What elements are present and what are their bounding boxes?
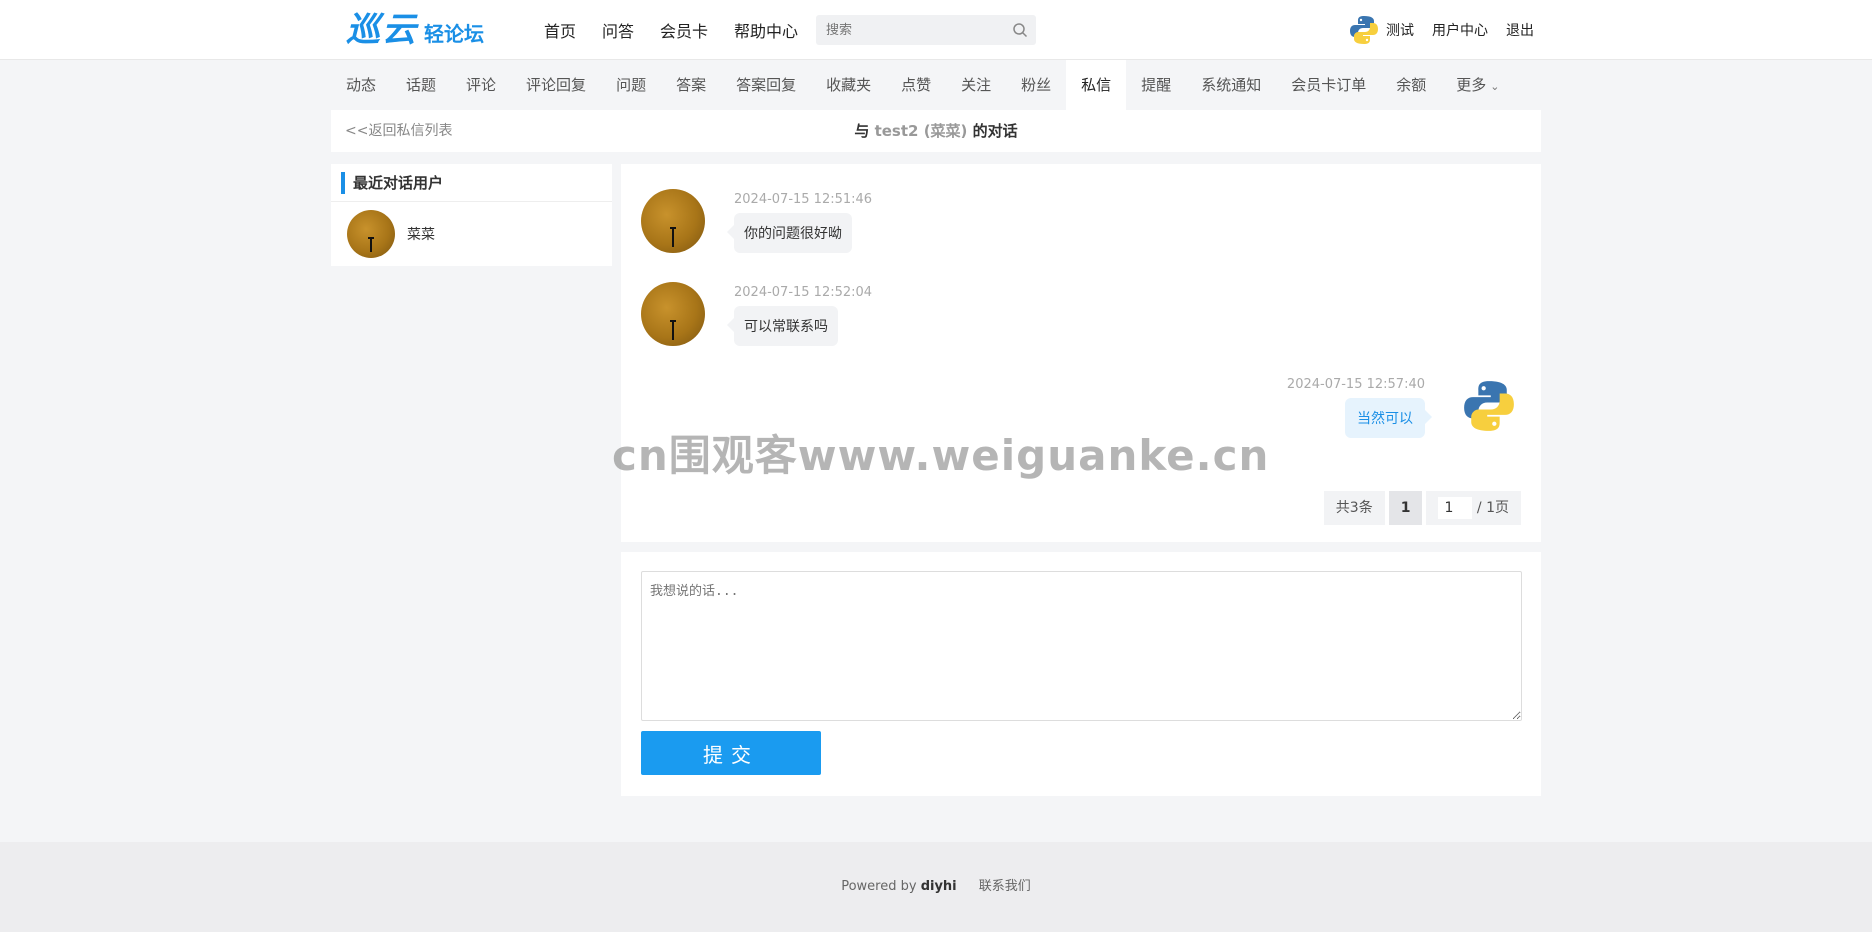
logout-link[interactable]: 退出: [1506, 20, 1534, 40]
python-logo-avatar[interactable]: [1457, 374, 1521, 438]
submit-button[interactable]: 提交: [641, 731, 821, 775]
watermark: cn围观客www.weiguanke.cn: [612, 431, 1270, 480]
subnav-item-more[interactable]: 更多 ⌄: [1441, 60, 1514, 110]
subnav-item-comment-replies[interactable]: 评论回复: [511, 60, 601, 110]
message-bubble: 当然可以: [1345, 398, 1432, 438]
subnav-item-system-notices[interactable]: 系统通知: [1186, 60, 1276, 110]
subnav-item-balance[interactable]: 余额: [1381, 60, 1441, 110]
subnav-item-favorites[interactable]: 收藏夹: [811, 60, 886, 110]
message-bubble: 可以常联系吗: [727, 306, 838, 346]
subnav-item-reminders[interactable]: 提醒: [1126, 60, 1186, 110]
messages-panel: 2024-07-15 12:51:46 你的问题很好呦 2024-07-15 1…: [621, 164, 1541, 542]
user-subnav: 动态 话题 评论 评论回复 问题 答案 答案回复 收藏夹 点赞 关注 粉丝 私信…: [331, 60, 1514, 110]
recent-users-heading: 最近对话用户: [353, 174, 444, 192]
subnav-item-followers[interactable]: 粉丝: [1006, 60, 1066, 110]
top-header: 巡云 轻论坛 首页 问答 会员卡 帮助中心 测试 用户中心 退出: [0, 0, 1872, 60]
subnav-item-answers[interactable]: 答案: [661, 60, 721, 110]
nav-qa[interactable]: 问答: [602, 18, 634, 42]
page-jump-input[interactable]: [1438, 497, 1473, 519]
subnav-item-questions[interactable]: 问题: [601, 60, 661, 110]
logo-sub-text: 轻论坛: [424, 22, 484, 46]
total-count: 共3条: [1323, 491, 1385, 525]
current-user[interactable]: 测试: [1346, 12, 1414, 48]
subnav-item-comments[interactable]: 评论: [451, 60, 511, 110]
title-prefix: 与: [854, 122, 870, 140]
reply-panel: 提交: [621, 552, 1541, 796]
recent-user-item[interactable]: 菜菜: [347, 210, 435, 258]
pagination: 共3条 1 / 1页: [1323, 491, 1521, 525]
message-bubble: 你的问题很好呦: [727, 213, 852, 253]
message-textarea[interactable]: [641, 571, 1522, 721]
recent-user-name: 菜菜: [407, 227, 435, 243]
subnav-item-likes[interactable]: 点赞: [886, 60, 946, 110]
search-icon[interactable]: [1012, 22, 1028, 38]
recent-users-panel: 最近对话用户 菜菜: [331, 164, 612, 266]
message-time: 2024-07-15 12:57:40: [1286, 377, 1425, 392]
recent-users-header: 最近对话用户: [331, 164, 612, 202]
subnav-item-following[interactable]: 关注: [946, 60, 1006, 110]
search-input[interactable]: [816, 15, 996, 45]
user-area: 测试 用户中心 退出: [1346, 0, 1534, 60]
message-item: 2024-07-15 12:51:46 你的问题很好呦: [727, 192, 873, 253]
site-logo[interactable]: 巡云 轻论坛: [346, 12, 484, 48]
subnav-item-activity[interactable]: 动态: [331, 60, 391, 110]
powered-by-brand[interactable]: diyhi: [921, 879, 957, 894]
subnav-item-private-messages[interactable]: 私信: [1066, 60, 1127, 110]
message-time: 2024-07-15 12:52:04: [734, 285, 873, 300]
avatar: [347, 210, 395, 258]
more-label: 更多: [1456, 76, 1487, 94]
page-jump: / 1页: [1426, 491, 1521, 525]
avatar[interactable]: [641, 189, 705, 253]
conversation-bar: 与 test2 (菜菜) 的对话 <<返回私信列表: [331, 110, 1541, 152]
subnav-item-answer-replies[interactable]: 答案回复: [721, 60, 811, 110]
nav-help-center[interactable]: 帮助中心: [734, 18, 798, 42]
message-item: 2024-07-15 12:52:04 可以常联系吗: [727, 285, 873, 346]
main-nav: 首页 问答 会员卡 帮助中心: [544, 0, 798, 60]
message-item: 2024-07-15 12:57:40 当然可以: [1286, 377, 1432, 438]
peer-nickname: (菜菜): [923, 122, 968, 140]
search-box: [816, 15, 1036, 45]
user-name: 测试: [1386, 23, 1414, 39]
title-suffix: 的对话: [972, 122, 1018, 140]
accent-bar: [341, 172, 345, 194]
user-center-link[interactable]: 用户中心: [1432, 20, 1488, 40]
peer-account: test2: [874, 122, 919, 140]
footer: Powered by diyhi 联系我们: [0, 842, 1872, 932]
subnav-item-topics[interactable]: 话题: [391, 60, 451, 110]
avatar[interactable]: [641, 282, 705, 346]
total-pages: / 1页: [1476, 500, 1509, 516]
contact-us-link[interactable]: 联系我们: [979, 879, 1031, 894]
chevron-down-icon: ⌄: [1490, 80, 1500, 93]
nav-home[interactable]: 首页: [544, 18, 576, 42]
subnav-item-membership-orders[interactable]: 会员卡订单: [1276, 60, 1381, 110]
python-logo-avatar: [1346, 12, 1382, 48]
back-to-messages-link[interactable]: <<返回私信列表: [345, 110, 452, 152]
nav-membership-card[interactable]: 会员卡: [660, 18, 708, 42]
conversation-title: 与 test2 (菜菜) 的对话: [331, 110, 1541, 152]
logo-main-text: 巡云: [346, 10, 418, 50]
page-number-current[interactable]: 1: [1388, 491, 1423, 525]
message-time: 2024-07-15 12:51:46: [734, 192, 873, 207]
powered-by-label: Powered by: [841, 879, 917, 894]
